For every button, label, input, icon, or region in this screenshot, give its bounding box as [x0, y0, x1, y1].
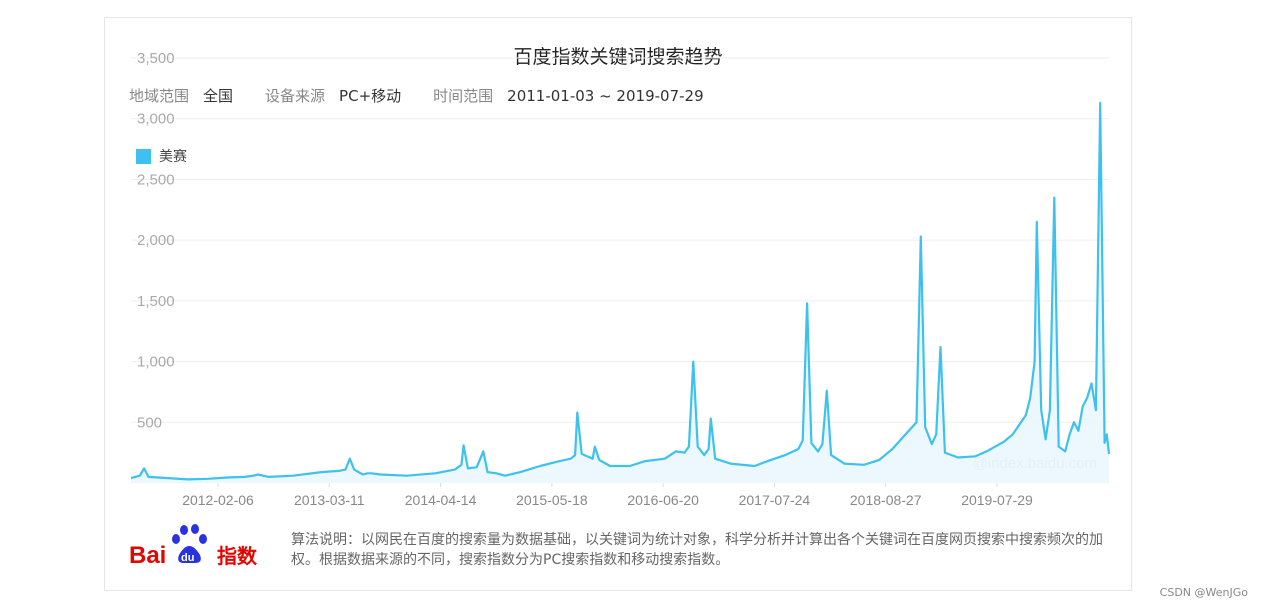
x-tick-label: 2015-05-18 — [516, 492, 588, 508]
baidu-index-logo: Bai du 指数 — [129, 524, 258, 569]
series-area — [131, 102, 1109, 484]
x-tick-label: 2017-07-24 — [739, 492, 811, 508]
trend-chart[interactable]: 500 1,000 1,500 2,000 2,500 3,000 3,500 2012-02… — [105, 18, 1133, 518]
x-tick-label: 2016-06-20 — [627, 492, 699, 508]
logo-text-index: 指数 — [217, 544, 258, 568]
source-credit: CSDN @WenJGo — [1159, 586, 1248, 599]
y-tick-label: 1,000 — [137, 354, 175, 371]
y-tick-label: 3,000 — [137, 111, 175, 128]
y-tick-label: 1,500 — [137, 293, 175, 310]
y-tick-label: 500 — [137, 414, 162, 431]
x-tick-label: 2012-02-06 — [182, 492, 254, 508]
logo-text-bai: Bai — [129, 542, 166, 569]
chart-card: 百度指数关键词搜索趋势 地域范围 全国 设备来源 PC+移动 时间范围 2011-01-0… — [104, 17, 1132, 591]
x-tick-label: 2014-04-14 — [405, 492, 477, 508]
x-tick-label: 2013-03-11 — [294, 492, 365, 508]
y-tick-label: 2,500 — [137, 171, 175, 188]
x-tick-label: 2018-08-27 — [850, 492, 922, 508]
y-tick-label: 3,500 — [137, 50, 175, 67]
x-tick-label: 2019-07-29 — [961, 492, 1033, 508]
series-line — [130, 101, 1111, 481]
logo-text-du: du — [181, 552, 194, 564]
y-tick-label: 2,000 — [137, 232, 175, 249]
algorithm-note: 算法说明：以网民在百度的搜索量为数据基础，以关键词为统计对象，科学分析并计算出各… — [291, 532, 1103, 568]
